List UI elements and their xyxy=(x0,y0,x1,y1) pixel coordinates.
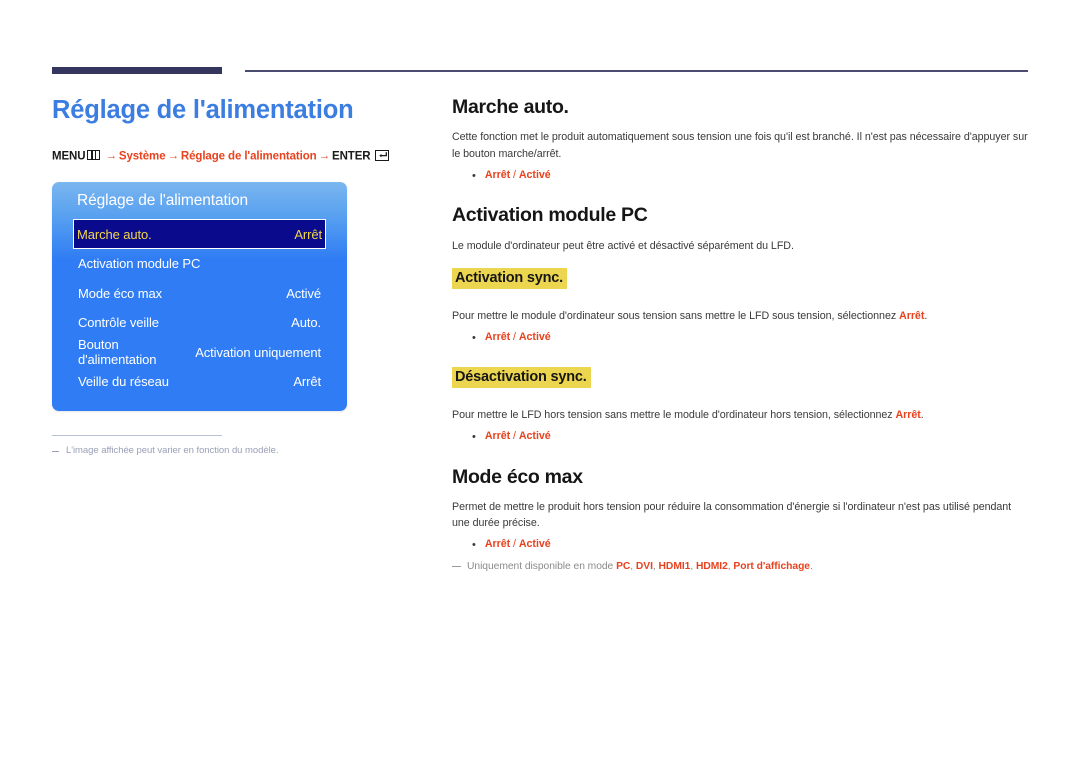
option-values: Arrêt / Activé xyxy=(485,538,551,553)
osd-row-value: Activation uniquement xyxy=(195,344,321,360)
left-footnote-rule xyxy=(52,434,222,437)
osd-row-label: Contrôle veille xyxy=(78,315,159,331)
page-title: Réglage de l'alimentation xyxy=(52,96,354,124)
subsection-desactivation-sync: Désactivation sync. Pour mettre le LFD h… xyxy=(452,366,1030,446)
bullet-dot-icon: • xyxy=(472,431,476,444)
subsection-activation-sync: Activation sync. Pour mettre le module d… xyxy=(452,267,1030,347)
subsection-heading-wrap: Activation sync. xyxy=(452,267,1030,299)
bullet-dot-icon: • xyxy=(472,539,476,552)
footnote-mode-hdmi1: HDMI1 xyxy=(658,560,691,572)
option-first: Arrêt xyxy=(484,430,511,443)
subsection-body: Pour mettre le module d'ordinateur sous … xyxy=(452,308,1030,324)
option-separator: / xyxy=(510,331,519,344)
osd-row-label: Veille du réseau xyxy=(78,374,169,390)
footnote-after: . xyxy=(810,560,813,572)
body-text-before: Pour mettre le module d'ordinateur sous … xyxy=(452,310,900,323)
osd-row-activation-module-pc[interactable]: Activation module PC xyxy=(74,249,325,279)
option-second: Activé xyxy=(518,331,551,344)
option-second: Activé xyxy=(518,430,551,443)
breadcrumb: MENU → Système → Réglage de l'alimentation → E… xyxy=(52,149,422,163)
section-heading: Marche auto. xyxy=(452,96,569,118)
option-values: Arrêt / Activé xyxy=(485,169,551,184)
option-bullet: • Arrêt / Activé xyxy=(472,430,1030,445)
osd-row-label: Mode éco max xyxy=(78,285,163,301)
footnote-dash-icon xyxy=(452,565,461,568)
footnote-text: Uniquement disponible en mode PC, DVI, H… xyxy=(467,560,813,575)
subsection-heading-highlighted: Activation sync. xyxy=(452,267,567,290)
section-heading: Mode éco max xyxy=(452,465,583,488)
subsection-heading-highlighted: Désactivation sync. xyxy=(452,366,591,388)
option-first: Arrêt xyxy=(484,168,511,181)
osd-title: Réglage de l'alimentation xyxy=(77,192,249,210)
breadcrumb-menu-label: MENU xyxy=(52,150,86,163)
subsection-heading-wrap: Désactivation sync. xyxy=(452,366,1030,398)
section-body: Permet de mettre le produit hors tension… xyxy=(452,500,1012,530)
breadcrumb-arrow-1: → xyxy=(105,150,117,163)
bullet-dot-icon: • xyxy=(472,169,476,182)
osd-row-value: Arrêt xyxy=(293,374,321,390)
left-footnote: L'image affichée peut varier en fonction… xyxy=(52,445,422,456)
breadcrumb-step-systeme[interactable]: Système xyxy=(119,150,166,162)
section-body: Le module d'ordinateur peut être activé … xyxy=(452,239,794,252)
osd-row-veille-reseau[interactable]: Veille du réseau Arrêt xyxy=(74,367,325,397)
option-bullet: • Arrêt / Activé xyxy=(472,331,1030,346)
footnote-mode-pc: PC xyxy=(616,560,631,572)
option-separator: / xyxy=(510,168,519,181)
section-mode-eco-max: Mode éco max Permet de mettre le produit… xyxy=(452,466,1030,575)
manual-page: Réglage de l'alimentation MENU → Système → R… xyxy=(0,0,1080,763)
footnote-before: Uniquement disponible en mode xyxy=(467,560,617,572)
option-separator: / xyxy=(510,430,519,443)
body-text-after: . xyxy=(920,408,924,421)
header-rule-thick xyxy=(52,67,222,74)
body-highlight-term: Arrêt xyxy=(899,310,925,323)
breadcrumb-enter-label: ENTER xyxy=(332,150,371,163)
menu-grid-icon xyxy=(87,150,101,161)
osd-panel: Réglage de l'alimentation Marche auto. A… xyxy=(52,182,347,411)
footnote-mode-port-affichage: Port d'affichage xyxy=(733,560,810,572)
body-text-before: Pour mettre le LFD hors tension sans met… xyxy=(452,408,896,421)
option-values: Arrêt / Activé xyxy=(485,430,551,445)
osd-row-marche-auto[interactable]: Marche auto. Arrêt xyxy=(73,219,326,250)
option-bullet: • Arrêt / Activé xyxy=(472,538,1030,553)
section-activation-module-pc: Activation module PC Le module d'ordinat… xyxy=(452,204,1030,254)
osd-row-value: Activé xyxy=(286,285,321,301)
option-bullet: • Arrêt / Activé xyxy=(472,169,1030,184)
footnote-mode-hdmi2: HDMI2 xyxy=(695,560,728,572)
bullet-dot-icon: • xyxy=(472,332,476,345)
osd-row-controle-veille[interactable]: Contrôle veille Auto. xyxy=(74,308,325,338)
option-first: Arrêt xyxy=(484,331,511,344)
enter-key-icon xyxy=(374,149,389,161)
left-footnote-text: L'image affichée peut varier en fonction… xyxy=(66,445,279,457)
subsection-body: Pour mettre le LFD hors tension sans met… xyxy=(452,407,1030,423)
section-heading: Activation module PC xyxy=(452,204,648,227)
osd-row-list: Marche auto. Arrêt Activation module PC … xyxy=(52,219,347,397)
option-second: Activé xyxy=(518,168,551,181)
breadcrumb-arrow-3: → xyxy=(318,150,331,163)
osd-row-mode-eco-max[interactable]: Mode éco max Activé xyxy=(74,279,325,309)
osd-row-value: Arrêt xyxy=(294,226,322,242)
option-values: Arrêt / Activé xyxy=(485,331,551,346)
osd-row-bouton-alimentation[interactable]: Bouton d'alimentation Activation uniquem… xyxy=(74,337,325,368)
footnote-mode-dvi: DVI xyxy=(635,560,653,572)
section-body: Cette fonction met le produit automatiqu… xyxy=(452,131,1028,160)
section-marche-auto: Marche auto. Cette fonction met le produ… xyxy=(452,96,1030,184)
option-separator: / xyxy=(510,538,519,551)
body-text-after: . xyxy=(924,310,928,323)
left-column: Réglage de l'alimentation MENU → Système → R… xyxy=(52,95,422,456)
osd-row-value: Auto. xyxy=(291,315,321,331)
header-rule-thin xyxy=(245,70,1028,72)
option-first: Arrêt xyxy=(484,538,511,551)
body-highlight-term: Arrêt xyxy=(895,408,921,421)
breadcrumb-step-reglage[interactable]: Réglage de l'alimentation xyxy=(181,150,317,162)
osd-row-label: Activation module PC xyxy=(78,256,201,272)
osd-row-label: Marche auto. xyxy=(77,226,152,242)
breadcrumb-arrow-2: → xyxy=(167,150,179,163)
section-footnote: Uniquement disponible en mode PC, DVI, H… xyxy=(452,560,1030,575)
right-column: Marche auto. Cette fonction met le produ… xyxy=(452,96,1030,575)
option-second: Activé xyxy=(518,538,551,551)
footnote-dash-icon xyxy=(52,451,59,453)
osd-row-label: Bouton d'alimentation xyxy=(78,337,157,368)
